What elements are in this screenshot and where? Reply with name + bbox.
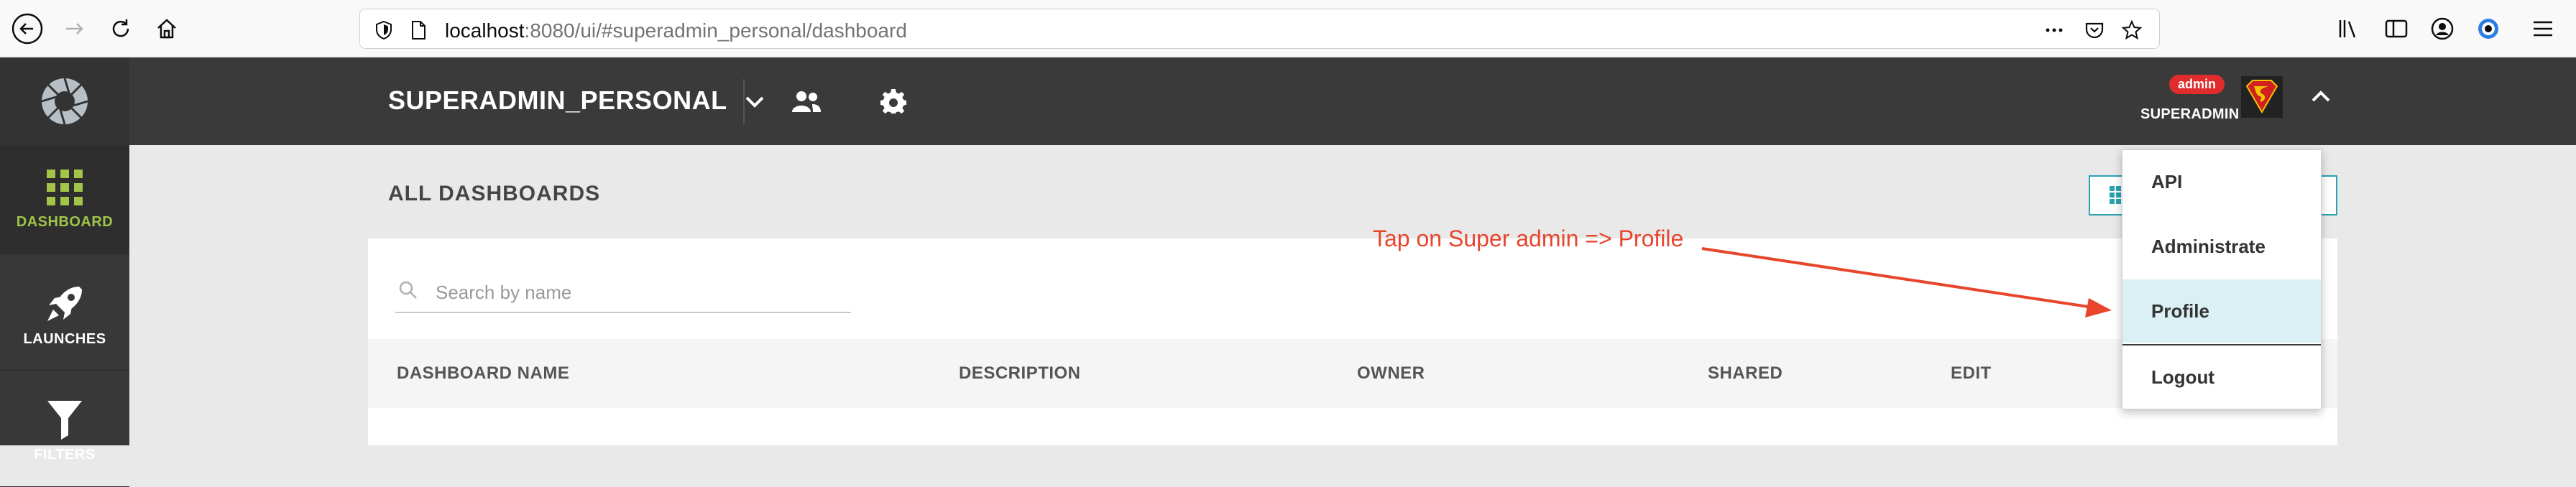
menu-item-logout[interactable]: Logout (2122, 345, 2321, 409)
user-dropdown-menu: API Administrate Profile Logout (2122, 149, 2322, 409)
menu-item-profile[interactable]: Profile (2122, 279, 2321, 343)
menu-item-administrate[interactable]: Administrate (2122, 215, 2321, 278)
menu-item-api[interactable]: API (2122, 150, 2321, 213)
sidebar-item-label: FILTERS (34, 447, 96, 463)
